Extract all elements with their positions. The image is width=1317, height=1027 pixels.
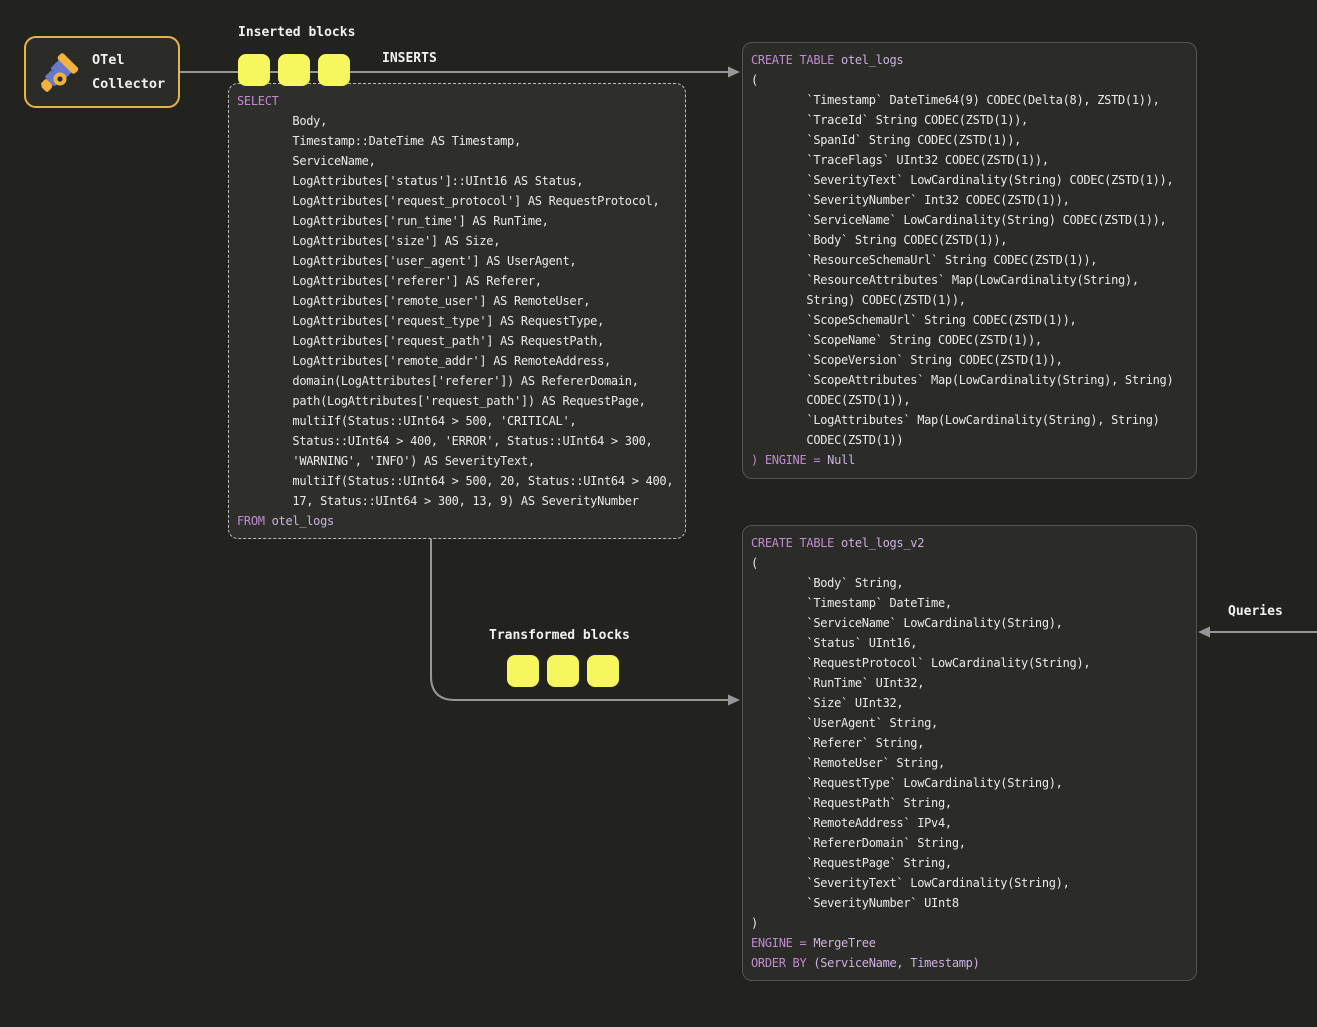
code-line: `ScopeVersion` String CODEC(ZSTD(1)), — [751, 350, 1188, 370]
code-line: `RefererDomain` String, — [751, 833, 1188, 853]
inserted-blocks-label: Inserted blocks — [238, 25, 355, 40]
data-block-square — [318, 54, 350, 86]
data-block-square — [238, 54, 270, 86]
code-line: CREATE TABLE otel_logs_v2 — [751, 533, 1188, 553]
connector-queries-arrow — [1198, 627, 1317, 638]
code-line: `ScopeSchemaUrl` String CODEC(ZSTD(1)), — [751, 310, 1188, 330]
code-line: LogAttributes['user_agent'] AS UserAgent… — [237, 251, 677, 271]
code-line: multiIf(Status::UInt64 > 500, 20, Status… — [237, 471, 677, 491]
code-line: ( — [751, 70, 1188, 90]
code-line: LogAttributes['run_time'] AS RunTime, — [237, 211, 677, 231]
data-block-square — [547, 655, 579, 687]
code-line: `Status` UInt16, — [751, 633, 1188, 653]
code-line: `RequestPage` String, — [751, 853, 1188, 873]
code-line: `ServiceName` LowCardinality(String), — [751, 613, 1188, 633]
code-line: ) — [751, 913, 1188, 933]
code-line: SELECT — [237, 91, 677, 111]
inserts-label: INSERTS — [382, 51, 437, 66]
code-line: `TraceId` String CODEC(ZSTD(1)), — [751, 110, 1188, 130]
code-line: `RequestProtocol` LowCardinality(String)… — [751, 653, 1188, 673]
code-line: `ResourceSchemaUrl` String CODEC(ZSTD(1)… — [751, 250, 1188, 270]
code-line: `SeverityNumber` UInt8 — [751, 893, 1188, 913]
arrowhead-right-icon — [728, 695, 740, 706]
code-line: `RequestType` LowCardinality(String), — [751, 773, 1188, 793]
create-table-otel-logs-v2-block: CREATE TABLE otel_logs_v2( `Body` String… — [742, 525, 1197, 981]
code-line: LogAttributes['referer'] AS Referer, — [237, 271, 677, 291]
code-line: ) ENGINE = Null — [751, 450, 1188, 470]
code-line: `LogAttributes` Map(LowCardinality(Strin… — [751, 410, 1188, 430]
code-line: `Timestamp` DateTime, — [751, 593, 1188, 613]
otel-collector-node: OTel Collector — [24, 36, 180, 108]
code-line: CODEC(ZSTD(1)) — [751, 430, 1188, 450]
code-line: ORDER BY (ServiceName, Timestamp) — [751, 953, 1188, 973]
otel-collector-title-line2: Collector — [92, 72, 165, 96]
code-line: `Size` UInt32, — [751, 693, 1188, 713]
code-line: `SeverityText` LowCardinality(String), — [751, 873, 1188, 893]
code-line: domain(LogAttributes['referer']) AS Refe… — [237, 371, 677, 391]
telescope-icon — [36, 48, 82, 96]
code-line: LogAttributes['remote_addr'] AS RemoteAd… — [237, 351, 677, 371]
code-line: `SpanId` String CODEC(ZSTD(1)), — [751, 130, 1188, 150]
data-block-square — [587, 655, 619, 687]
code-line: `RunTime` UInt32, — [751, 673, 1188, 693]
code-line: CODEC(ZSTD(1)), — [751, 390, 1188, 410]
code-line: `RequestPath` String, — [751, 793, 1188, 813]
code-line: `UserAgent` String, — [751, 713, 1188, 733]
code-line: `SeverityText` LowCardinality(String) CO… — [751, 170, 1188, 190]
code-line: `ResourceAttributes` Map(LowCardinality(… — [751, 270, 1188, 290]
code-line: LogAttributes['remote_user'] AS RemoteUs… — [237, 291, 677, 311]
code-line: `Body` String CODEC(ZSTD(1)), — [751, 230, 1188, 250]
code-line: ServiceName, — [237, 151, 677, 171]
code-line: Body, — [237, 111, 677, 131]
code-line: `Timestamp` DateTime64(9) CODEC(Delta(8)… — [751, 90, 1188, 110]
code-line: `TraceFlags` UInt32 CODEC(ZSTD(1)), — [751, 150, 1188, 170]
code-line: `Referer` String, — [751, 733, 1188, 753]
code-line: `RemoteAddress` IPv4, — [751, 813, 1188, 833]
code-line: LogAttributes['size'] AS Size, — [237, 231, 677, 251]
code-line: path(LogAttributes['request_path']) AS R… — [237, 391, 677, 411]
queries-label: Queries — [1228, 604, 1283, 619]
inserted-blocks-group — [238, 54, 350, 86]
data-block-square — [278, 54, 310, 86]
code-line: `ServiceName` LowCardinality(String) COD… — [751, 210, 1188, 230]
select-query-block: SELECT Body, Timestamp::DateTime AS Time… — [228, 83, 686, 539]
data-block-square — [507, 655, 539, 687]
code-line: LogAttributes['request_type'] AS Request… — [237, 311, 677, 331]
code-line: LogAttributes['request_path'] AS Request… — [237, 331, 677, 351]
code-line: LogAttributes['request_protocol'] AS Req… — [237, 191, 677, 211]
code-line: FROM otel_logs — [237, 511, 677, 531]
code-line: `ScopeName` String CODEC(ZSTD(1)), — [751, 330, 1188, 350]
code-line: String) CODEC(ZSTD(1)), — [751, 290, 1188, 310]
code-line: 'WARNING', 'INFO') AS SeverityText, — [237, 451, 677, 471]
transformed-blocks-label: Transformed blocks — [489, 628, 630, 643]
code-line: `ScopeAttributes` Map(LowCardinality(Str… — [751, 370, 1188, 390]
diagram-canvas: OTel Collector Inserted blocks INSERTS T… — [0, 0, 1317, 1027]
otel-collector-title-line1: OTel — [92, 48, 165, 72]
code-line: `SeverityNumber` Int32 CODEC(ZSTD(1)), — [751, 190, 1188, 210]
code-line: `Body` String, — [751, 573, 1188, 593]
code-line: Status::UInt64 > 400, 'ERROR', Status::U… — [237, 431, 677, 451]
code-line: `RemoteUser` String, — [751, 753, 1188, 773]
code-line: Timestamp::DateTime AS Timestamp, — [237, 131, 677, 151]
arrowhead-left-icon — [1198, 627, 1210, 638]
otel-collector-title: OTel Collector — [92, 48, 165, 96]
code-line: ( — [751, 553, 1188, 573]
transformed-blocks-group — [507, 655, 619, 687]
code-line: multiIf(Status::UInt64 > 500, 'CRITICAL'… — [237, 411, 677, 431]
code-line: LogAttributes['status']::UInt16 AS Statu… — [237, 171, 677, 191]
arrowhead-right-icon — [728, 67, 740, 78]
code-line: 17, Status::UInt64 > 300, 13, 9) AS Seve… — [237, 491, 677, 511]
code-line: CREATE TABLE otel_logs — [751, 50, 1188, 70]
create-table-otel-logs-block: CREATE TABLE otel_logs( `Timestamp` Date… — [742, 42, 1197, 479]
code-line: ENGINE = MergeTree — [751, 933, 1188, 953]
